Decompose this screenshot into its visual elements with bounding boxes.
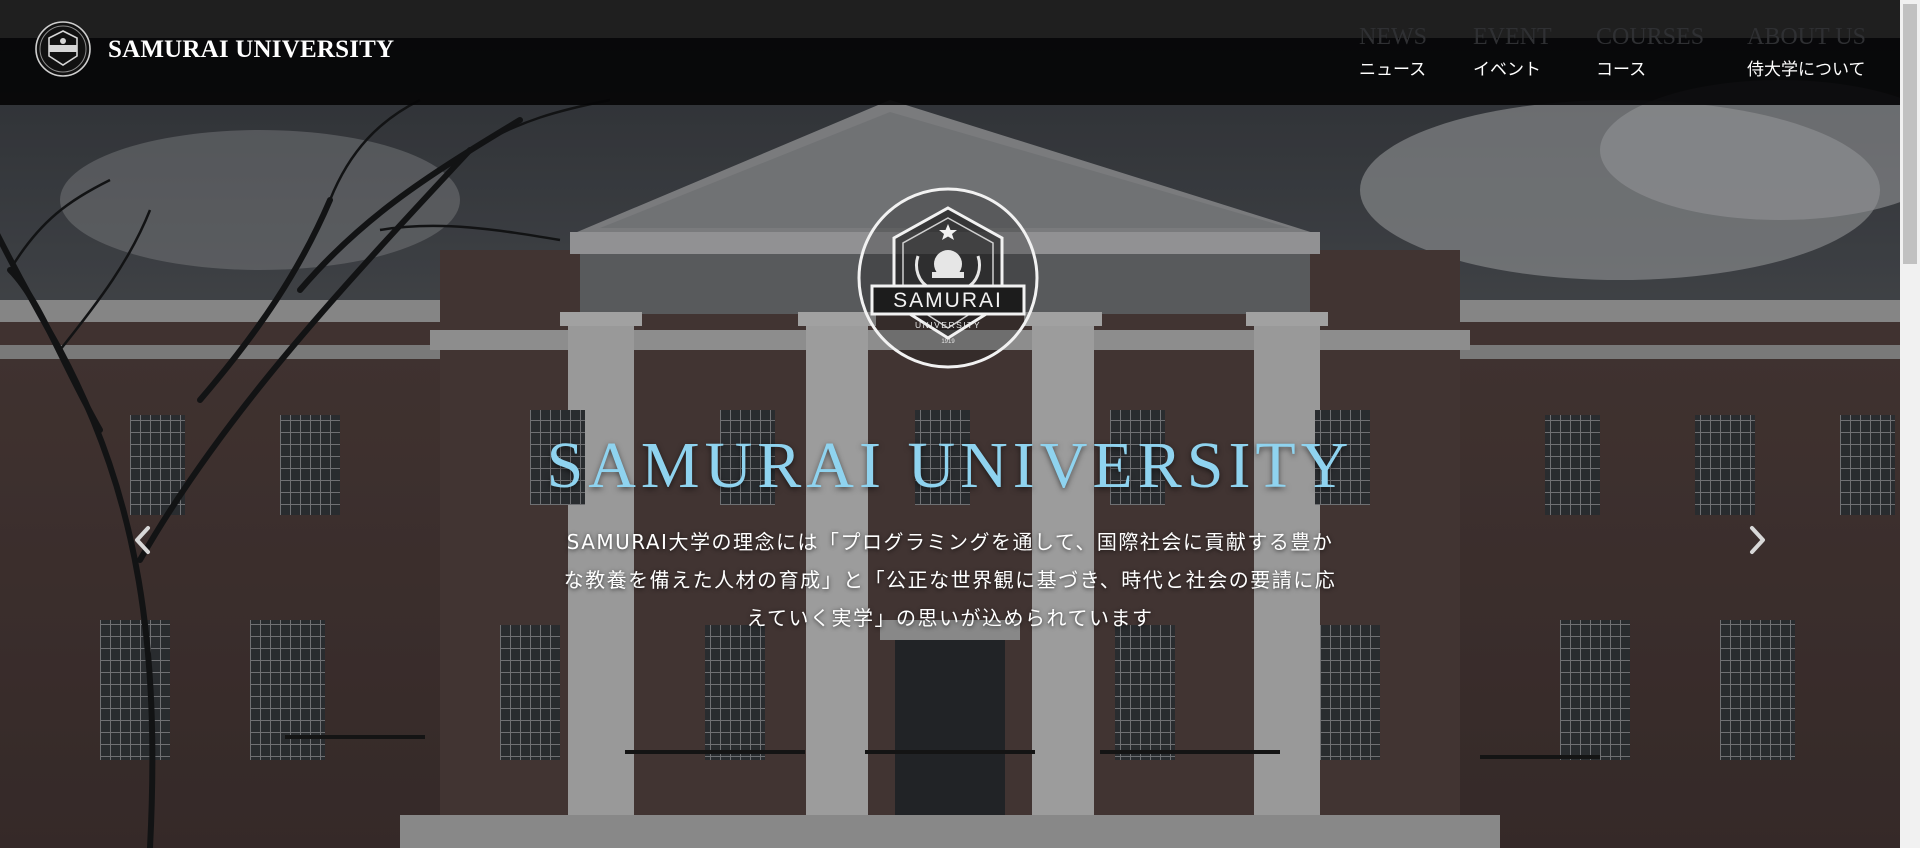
nav-item-courses-label-ja[interactable]: コース bbox=[1596, 55, 1704, 80]
hero-description-line: えていく実学」の思いが込められています bbox=[746, 606, 1154, 630]
university-emblem: SAMURAI UNIVERSITY 1919 bbox=[857, 187, 1039, 369]
scrollbar-thumb[interactable] bbox=[1903, 4, 1917, 264]
nav-item-event-label-en[interactable]: EVENT bbox=[1473, 22, 1552, 52]
nav-item-event[interactable]: EVENT イベント bbox=[1473, 22, 1552, 80]
emblem-subtext: UNIVERSITY bbox=[915, 320, 981, 330]
nav-item-news-label-en[interactable]: NEWS bbox=[1359, 22, 1427, 52]
nav-item-event-label-ja[interactable]: イベント bbox=[1473, 55, 1552, 80]
hero-description-line: SAMURAI大学の理念には「プログラミングを通して、国際社会に貢献する豊か bbox=[566, 530, 1334, 554]
nav-item-courses[interactable]: COURSES コース bbox=[1596, 22, 1704, 80]
carousel-prev-button[interactable] bbox=[128, 522, 158, 558]
nav-item-about-us[interactable]: ABOUT US 侍大学について bbox=[1747, 22, 1866, 80]
hero-description: SAMURAI大学の理念には「プログラミングを通して、国際社会に貢献する豊か な… bbox=[520, 523, 1380, 637]
nav-item-about-us-label-ja[interactable]: 侍大学について bbox=[1747, 55, 1866, 80]
nav-item-courses-label-en[interactable]: COURSES bbox=[1596, 22, 1704, 52]
main-nav: NEWS ニュース EVENT イベント COURSES コース ABOUT U… bbox=[0, 22, 1900, 82]
hero-title: SAMURAI UNIVERSITY bbox=[546, 429, 1354, 502]
hero-overlay bbox=[0, 0, 1900, 848]
emblem-year: 1919 bbox=[941, 339, 955, 345]
nav-item-news-label-ja[interactable]: ニュース bbox=[1359, 55, 1427, 80]
chevron-right-icon bbox=[1750, 526, 1765, 554]
chevron-left-icon bbox=[135, 526, 150, 554]
nav-item-about-us-label-en[interactable]: ABOUT US bbox=[1747, 22, 1866, 52]
page: SAMURAI UNIVERSITY NEWS ニュース EVENT イベント … bbox=[0, 0, 1900, 848]
carousel-next-button[interactable] bbox=[1742, 522, 1772, 558]
hero-description-line: な教養を備えた人材の育成」と「公正な世界観に基づき、時代と社会の要請に応 bbox=[563, 568, 1337, 592]
hero-carousel bbox=[0, 0, 1900, 848]
vertical-scrollbar[interactable] bbox=[1900, 0, 1920, 848]
nav-item-news[interactable]: NEWS ニュース bbox=[1359, 22, 1427, 80]
emblem-wordmark: SAMURAI bbox=[893, 289, 1003, 312]
